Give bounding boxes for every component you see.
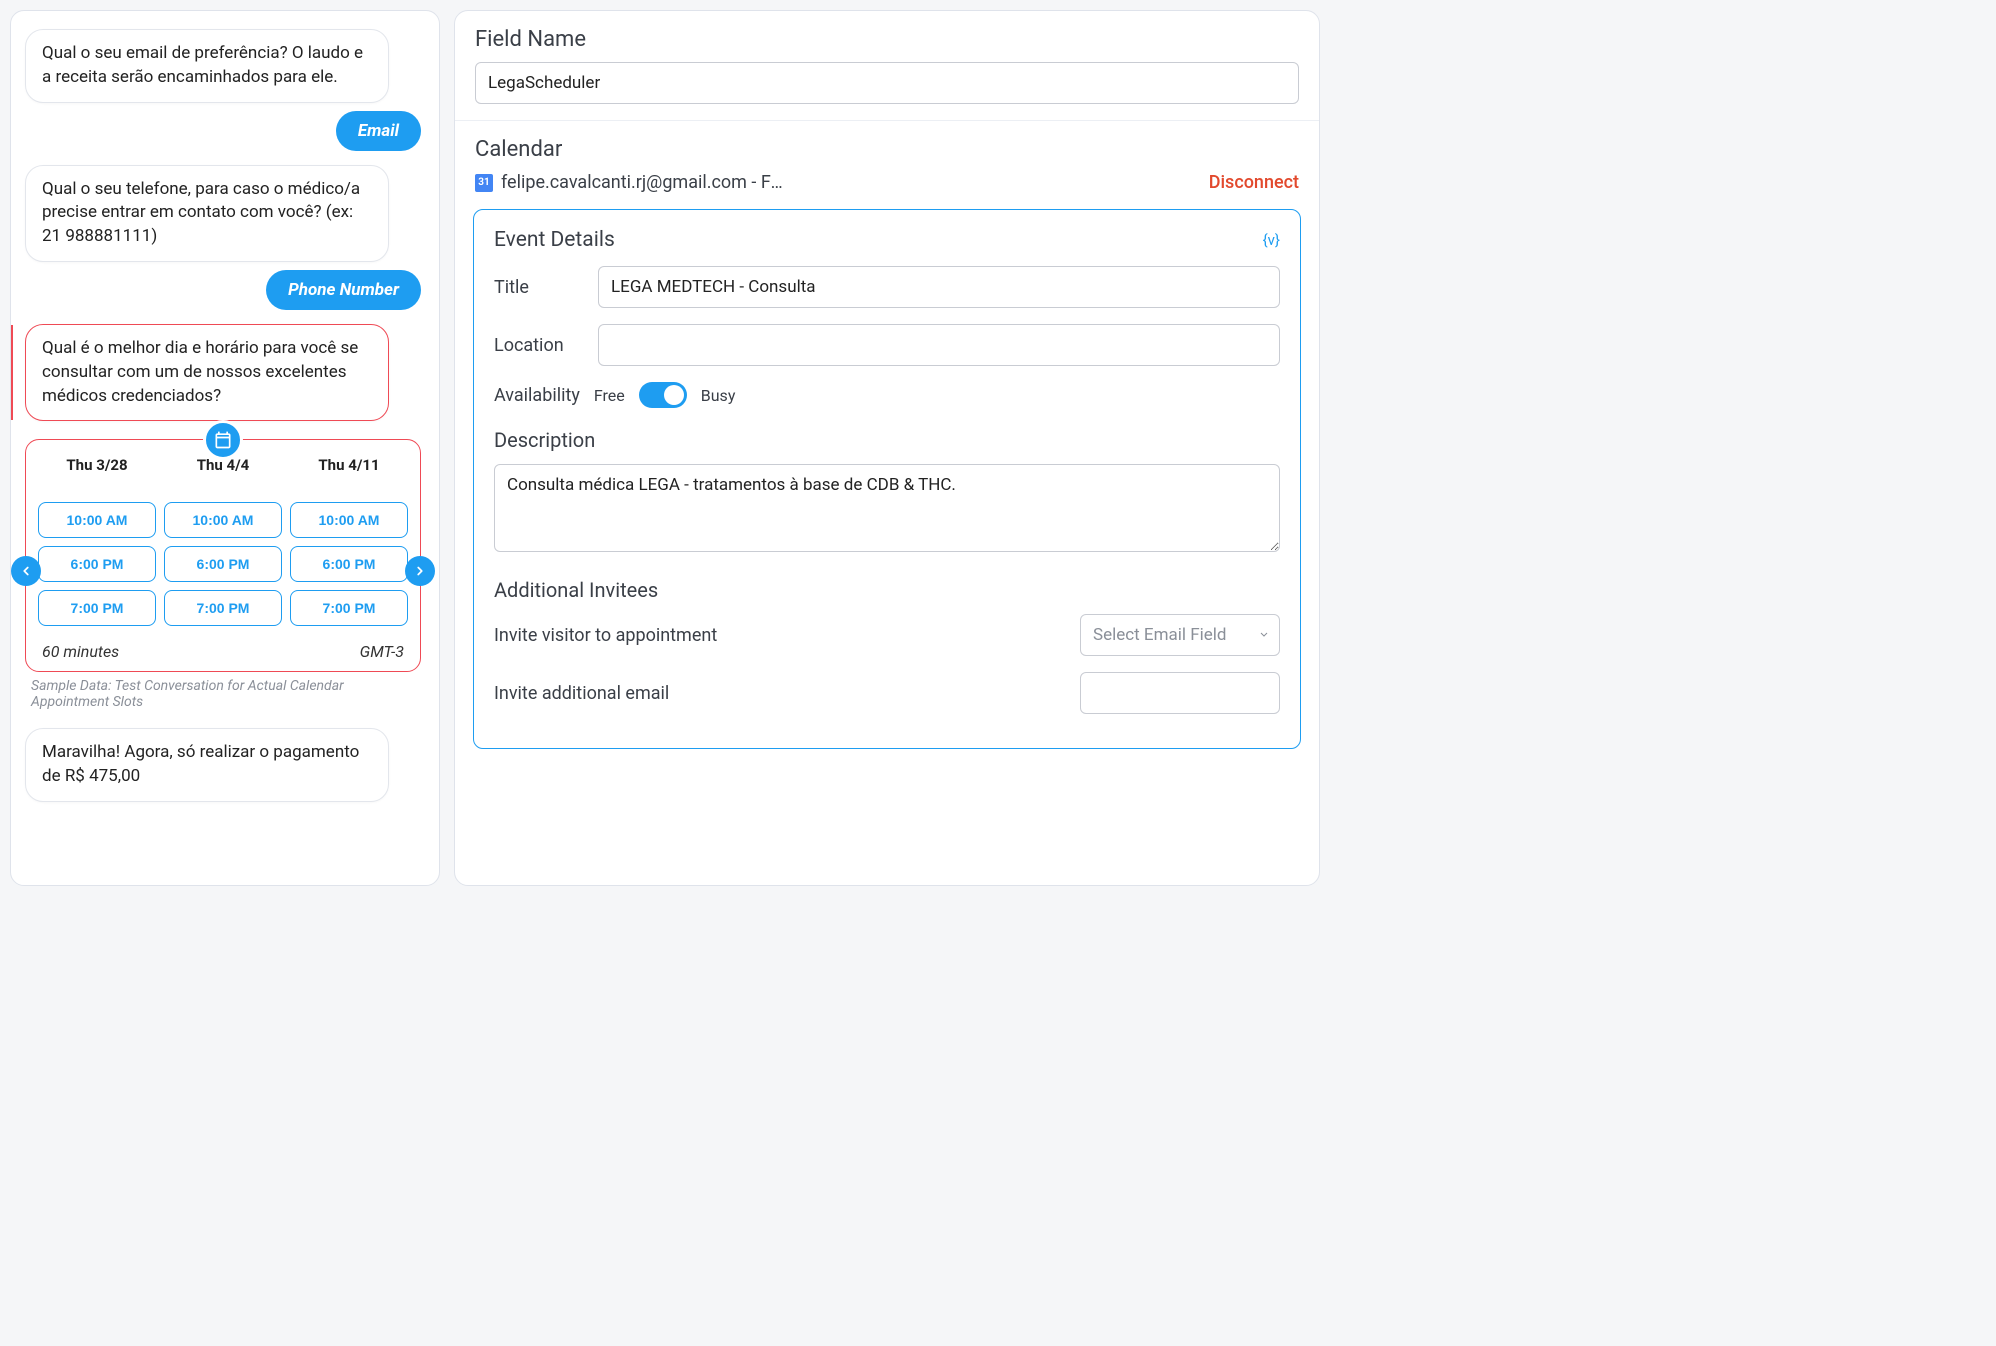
chat-preview-panel: Qual o seu email de preferência? O laudo… — [10, 10, 440, 886]
bot-message: Qual o seu email de preferência? O laudo… — [25, 29, 389, 103]
calendar-timezone: GMT-3 — [360, 642, 404, 661]
calendar-widget: Thu 3/28 10:00 AM 6:00 PM 7:00 PM Thu 4/… — [25, 439, 421, 672]
event-location-input[interactable] — [598, 324, 1280, 366]
sample-data-note: Sample Data: Test Conversation for Actua… — [31, 678, 421, 710]
invite-visitor-label: Invite visitor to appointment — [494, 625, 1068, 646]
google-calendar-icon: 31 — [475, 174, 493, 192]
time-slot-button[interactable]: 7:00 PM — [164, 590, 282, 626]
calendar-account-text: felipe.cavalcanti.rj@gmail.com - Felipe … — [501, 172, 791, 193]
field-name-section: Field Name — [455, 11, 1319, 121]
invite-additional-email-input[interactable] — [1080, 672, 1280, 714]
calendar-section-label: Calendar — [475, 137, 1299, 162]
availability-busy-label: Busy — [701, 386, 736, 405]
field-name-label: Field Name — [475, 27, 1299, 52]
time-slot-button[interactable]: 7:00 PM — [290, 590, 408, 626]
availability-label: Availability — [494, 385, 580, 406]
event-details-box: Event Details {v} Title Location Availab… — [473, 209, 1301, 749]
calendar-footer: 60 minutes GMT-3 — [38, 642, 408, 661]
chat-scroll[interactable]: Qual o seu email de preferência? O laudo… — [11, 11, 439, 885]
invite-additional-label: Invite additional email — [494, 683, 1068, 704]
calendar-column: Thu 4/4 10:00 AM 6:00 PM 7:00 PM — [164, 456, 282, 634]
calendar-next-button[interactable] — [405, 556, 435, 586]
time-slot-button[interactable]: 10:00 AM — [38, 502, 156, 538]
disconnect-button[interactable]: Disconnect — [1209, 172, 1299, 193]
invite-visitor-select[interactable] — [1080, 614, 1280, 656]
additional-invitees-header: Additional Invitees — [494, 578, 1280, 602]
time-slot-button[interactable]: 7:00 PM — [38, 590, 156, 626]
description-label: Description — [494, 428, 1280, 452]
time-slot-button[interactable]: 10:00 AM — [164, 502, 282, 538]
event-title-input[interactable] — [598, 266, 1280, 308]
time-slot-button[interactable]: 6:00 PM — [38, 546, 156, 582]
event-location-label: Location — [494, 335, 584, 356]
availability-free-label: Free — [594, 386, 625, 405]
field-name-input[interactable] — [475, 62, 1299, 104]
calendar-day-header: Thu 4/11 — [290, 456, 408, 474]
calendar-column: Thu 4/11 10:00 AM 6:00 PM 7:00 PM — [290, 456, 408, 634]
calendar-prev-button[interactable] — [11, 556, 41, 586]
bot-message: Qual o seu telefone, para caso o médico/… — [25, 165, 389, 262]
availability-toggle[interactable] — [639, 382, 687, 408]
event-title-label: Title — [494, 277, 584, 298]
calendar-duration: 60 minutes — [42, 642, 119, 661]
time-slot-button[interactable]: 6:00 PM — [164, 546, 282, 582]
calendar-icon — [203, 420, 243, 460]
event-description-input[interactable] — [494, 464, 1280, 552]
calendar-section: Calendar 31 felipe.cavalcanti.rj@gmail.c… — [455, 121, 1319, 209]
event-details-header: Event Details — [494, 228, 615, 252]
calendar-day-header: Thu 3/28 — [38, 456, 156, 474]
config-panel: Field Name Calendar 31 felipe.cavalcanti… — [454, 10, 1320, 886]
calendar-columns: Thu 3/28 10:00 AM 6:00 PM 7:00 PM Thu 4/… — [38, 456, 408, 634]
user-response-pill-phone[interactable]: Phone Number — [266, 270, 421, 310]
time-slot-button[interactable]: 10:00 AM — [290, 502, 408, 538]
user-response-pill-email[interactable]: Email — [336, 111, 421, 151]
insert-variable-button[interactable]: {v} — [1263, 231, 1280, 249]
time-slot-button[interactable]: 6:00 PM — [290, 546, 408, 582]
calendar-account: 31 felipe.cavalcanti.rj@gmail.com - Feli… — [475, 172, 791, 193]
calendar-column: Thu 3/28 10:00 AM 6:00 PM 7:00 PM — [38, 456, 156, 634]
bot-message: Maravilha! Agora, só realizar o pagament… — [25, 728, 389, 802]
bot-message-highlighted: Qual é o melhor dia e horário para você … — [25, 324, 389, 421]
